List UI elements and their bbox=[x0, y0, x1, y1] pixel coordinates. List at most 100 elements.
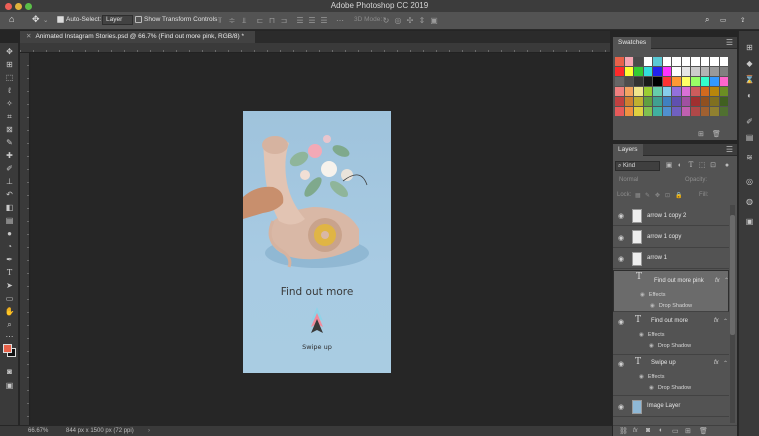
color-swatch[interactable] bbox=[700, 67, 709, 76]
visibility-eye-icon[interactable]: ◉ bbox=[618, 403, 624, 411]
align-top-icon[interactable]: ⫪ bbox=[216, 16, 224, 25]
add-mask-icon[interactable]: ◙ bbox=[646, 427, 650, 434]
delete-swatch-icon[interactable]: 🗑 bbox=[712, 130, 721, 138]
effects-eye-icon[interactable]: ◉ bbox=[639, 374, 644, 380]
dodge-tool-icon[interactable]: ◔ bbox=[4, 242, 15, 251]
color-icon[interactable]: ◆ bbox=[744, 59, 755, 69]
color-swatch[interactable] bbox=[710, 97, 719, 106]
color-swatch[interactable] bbox=[634, 87, 643, 96]
color-swatch[interactable] bbox=[615, 97, 624, 106]
filter-toggle-icon[interactable]: ● bbox=[723, 161, 731, 170]
color-swatch[interactable] bbox=[691, 87, 700, 96]
type-tool-icon[interactable]: T bbox=[4, 268, 15, 277]
color-swatch[interactable] bbox=[615, 87, 624, 96]
move-tool-icon[interactable]: ✥ bbox=[4, 47, 15, 56]
auto-select-checkbox[interactable]: Auto-Select: bbox=[57, 16, 101, 23]
status-menu-icon[interactable]: › bbox=[148, 428, 150, 434]
blur-tool-icon[interactable]: ● bbox=[4, 229, 15, 238]
visibility-eye-icon[interactable]: ◉ bbox=[618, 318, 624, 326]
color-swatch[interactable] bbox=[672, 67, 681, 76]
home-icon[interactable]: ⌂ bbox=[9, 14, 14, 24]
color-swatch[interactable] bbox=[653, 97, 662, 106]
clone-stamp-tool-icon[interactable]: ⊥ bbox=[4, 177, 15, 186]
color-swatch[interactable] bbox=[710, 77, 719, 86]
color-swatch[interactable] bbox=[691, 77, 700, 86]
color-swatch[interactable] bbox=[624, 107, 633, 116]
align-right-icon[interactable]: ⊐ bbox=[280, 16, 288, 25]
auto-select-target-dropdown[interactable]: Layer bbox=[102, 15, 134, 25]
color-swatch[interactable] bbox=[719, 87, 728, 96]
libraries-icon[interactable]: ▤ bbox=[744, 133, 755, 143]
effects-row[interactable]: ◉ Effects bbox=[639, 332, 665, 338]
layers-scrollbar-thumb[interactable] bbox=[730, 215, 735, 335]
layer-name[interactable]: Image Layer bbox=[647, 403, 680, 409]
color-swatch[interactable] bbox=[691, 67, 700, 76]
distribute-bottom-icon[interactable]: ☰ bbox=[320, 16, 328, 25]
close-tab-icon[interactable]: ✕ bbox=[26, 33, 31, 40]
foreground-color-swatch[interactable] bbox=[3, 344, 12, 353]
effects-row[interactable]: ◉ Effects bbox=[640, 291, 666, 299]
document-canvas[interactable]: Find out more Swipe up bbox=[243, 111, 391, 373]
color-swatch[interactable] bbox=[624, 67, 633, 76]
color-swatch[interactable] bbox=[653, 87, 662, 96]
color-swatch[interactable] bbox=[691, 107, 700, 116]
visibility-eye-icon[interactable]: ◉ bbox=[618, 212, 624, 220]
color-swatch[interactable] bbox=[719, 77, 728, 86]
document-tab[interactable]: ✕ Animated Instagram Stories.psd @ 66.7% … bbox=[20, 31, 255, 43]
hand-tool-icon[interactable]: ✋ bbox=[4, 307, 15, 316]
align-bottom-icon[interactable]: ⫫ bbox=[240, 16, 248, 25]
color-swatch[interactable] bbox=[634, 67, 643, 76]
color-swatch[interactable] bbox=[643, 107, 652, 116]
color-swatch[interactable] bbox=[681, 87, 690, 96]
layer-row[interactable]: ◉ T Find out more fx ⌃ ◉ Effects ◉ Drop Sh… bbox=[613, 313, 729, 355]
kind-filter-dropdown[interactable]: ⌕ Kind bbox=[615, 161, 660, 171]
layer-name[interactable]: arrow 1 copy 2 bbox=[647, 213, 686, 219]
color-swatch[interactable] bbox=[691, 97, 700, 106]
lasso-tool-icon[interactable]: ℓ bbox=[4, 86, 15, 95]
color-swatch[interactable] bbox=[634, 57, 643, 66]
color-swatch[interactable] bbox=[634, 97, 643, 106]
drop-shadow-row[interactable]: ◉ Drop Shadow bbox=[650, 302, 692, 310]
fx-badge[interactable]: fx bbox=[714, 360, 719, 366]
color-swatch[interactable] bbox=[662, 67, 671, 76]
layer-row[interactable]: ◉ arrow 1 copy bbox=[613, 227, 729, 248]
artboard-tool-icon[interactable]: ⊞ bbox=[4, 60, 15, 69]
healing-brush-tool-icon[interactable]: ✚ bbox=[4, 151, 15, 160]
color-swatch[interactable] bbox=[615, 67, 624, 76]
history-icon[interactable]: ⌛ bbox=[744, 75, 755, 85]
rectangle-tool-icon[interactable]: ▭ bbox=[4, 294, 15, 303]
lock-artboard-icon[interactable]: ⊡ bbox=[665, 192, 670, 199]
pixel-filter-icon[interactable]: ▣ bbox=[665, 161, 673, 170]
color-swatch[interactable] bbox=[681, 77, 690, 86]
show-transform-controls-checkbox[interactable]: Show Transform Controls bbox=[135, 16, 217, 23]
drop-shadow-row[interactable]: ◉ Drop Shadow bbox=[649, 385, 691, 391]
color-swatch[interactable] bbox=[681, 107, 690, 116]
fx-badge[interactable]: fx bbox=[714, 318, 719, 324]
color-swatch[interactable] bbox=[710, 87, 719, 96]
color-swatch[interactable] bbox=[662, 107, 671, 116]
color-swatch[interactable] bbox=[615, 107, 624, 116]
color-swatch[interactable] bbox=[643, 57, 652, 66]
link-layers-icon[interactable]: ⛓ bbox=[619, 427, 628, 435]
color-swatch[interactable] bbox=[719, 67, 728, 76]
frame-tool-icon[interactable]: ⊠ bbox=[4, 125, 15, 134]
adjustment-layer-icon[interactable]: ◐ bbox=[659, 427, 663, 434]
type-filter-icon[interactable]: T bbox=[687, 161, 695, 170]
color-swatch[interactable] bbox=[653, 107, 662, 116]
drop-shadow-eye-icon[interactable]: ◉ bbox=[649, 385, 654, 391]
color-swatch[interactable] bbox=[681, 97, 690, 106]
color-swatch[interactable] bbox=[710, 67, 719, 76]
layer-name[interactable]: arrow 1 copy bbox=[647, 234, 681, 240]
brush-tool-icon[interactable]: ✐ bbox=[4, 164, 15, 173]
effects-eye-icon[interactable]: ◉ bbox=[639, 332, 644, 338]
swatches-tab[interactable]: Swatches bbox=[613, 37, 652, 49]
layer-name[interactable]: Swipe up bbox=[651, 360, 676, 366]
add-style-icon[interactable]: fx bbox=[633, 428, 638, 434]
color-swatch[interactable] bbox=[662, 97, 671, 106]
color-swatch[interactable] bbox=[672, 107, 681, 116]
eraser-tool-icon[interactable]: ◧ bbox=[4, 203, 15, 212]
color-swatch[interactable] bbox=[700, 77, 709, 86]
color-swatch[interactable] bbox=[643, 67, 652, 76]
lock-paint-icon[interactable]: ✎ bbox=[645, 192, 650, 199]
move-tool-icon[interactable]: ✥ bbox=[32, 14, 40, 25]
